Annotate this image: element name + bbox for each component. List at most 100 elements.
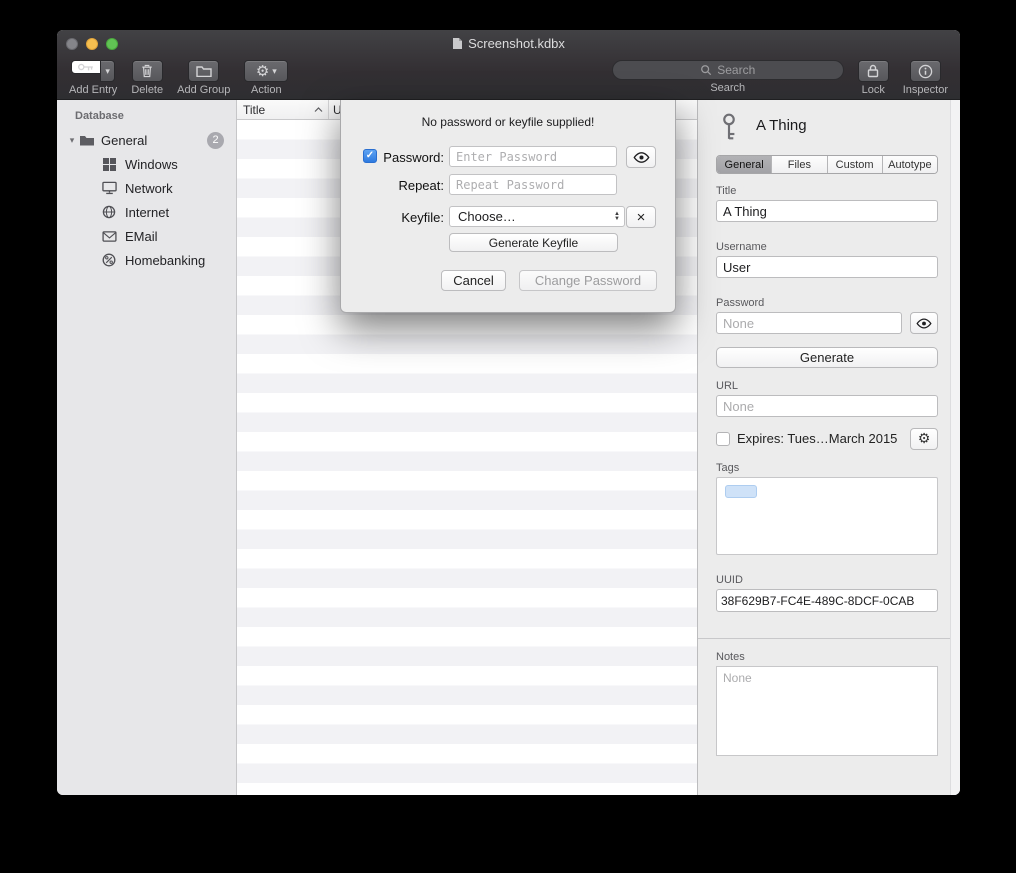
search-placeholder: Search	[717, 63, 755, 77]
action-label: Action	[251, 84, 282, 96]
close-icon: ×	[637, 209, 646, 226]
toolbar-item-inspector: Inspector	[903, 60, 948, 96]
screen-background: Screenshot.kdbx	[0, 0, 1016, 873]
delete-button[interactable]	[132, 60, 163, 82]
lock-icon	[867, 64, 879, 78]
password-field-label: Password	[716, 297, 764, 309]
inspector-scrollbar[interactable]	[950, 100, 960, 795]
keyfile-clear-button[interactable]: ×	[626, 206, 656, 228]
toolbar: ▾ Add Entry	[57, 57, 960, 100]
add-entry-dropdown-button[interactable]: ▾	[100, 60, 115, 82]
tags-box[interactable]	[716, 477, 938, 555]
generate-password-button[interactable]: Generate	[716, 347, 938, 368]
lock-label: Lock	[862, 84, 885, 96]
key-icon	[718, 113, 740, 141]
sidebar-section-header: Database	[57, 100, 236, 128]
titlebar[interactable]: Screenshot.kdbx	[57, 30, 960, 57]
tab-files[interactable]: Files	[771, 156, 826, 173]
notes-label: Notes	[716, 651, 745, 663]
entry-title: A Thing	[756, 117, 807, 134]
sidebar-item-windows[interactable]: Windows	[57, 152, 236, 176]
gear-icon: ⚙	[918, 432, 931, 446]
tags-label: Tags	[716, 462, 739, 474]
lock-button[interactable]	[858, 60, 889, 82]
sidebar: Database ▾ General 2 Windows	[57, 100, 237, 795]
uuid-label: UUID	[716, 574, 743, 586]
expires-checkbox[interactable]	[716, 432, 730, 446]
dialog-password-input[interactable]	[449, 146, 617, 167]
toolbar-item-lock: Lock	[858, 60, 889, 96]
search-icon	[700, 64, 712, 76]
expires-settings-button[interactable]: ⚙	[910, 428, 938, 450]
title-field[interactable]	[716, 200, 938, 222]
chevron-down-icon: ▾	[272, 67, 277, 76]
sidebar-item-email[interactable]: EMail	[57, 224, 236, 248]
username-field[interactable]	[716, 256, 938, 278]
chevron-down-icon: ▾	[105, 67, 110, 76]
sidebar-item-internet[interactable]: Internet	[57, 200, 236, 224]
uuid-field[interactable]	[716, 589, 938, 612]
notes-field[interactable]	[716, 666, 938, 756]
eye-icon	[633, 152, 650, 163]
add-group-button[interactable]	[188, 60, 219, 82]
search-label: Search	[710, 82, 745, 94]
password-field[interactable]	[716, 312, 902, 334]
add-group-label: Add Group	[177, 84, 230, 96]
envelope-icon	[101, 228, 117, 244]
username-field-label: Username	[716, 241, 767, 253]
sidebar-group-label: General	[101, 133, 147, 148]
tab-custom[interactable]: Custom	[827, 156, 882, 173]
disclosure-triangle-icon[interactable]: ▾	[65, 135, 79, 146]
dialog-password-label: Password:	[341, 150, 444, 165]
add-entry-button[interactable]	[71, 60, 101, 74]
dialog-keyfile-label: Keyfile:	[341, 210, 444, 225]
sidebar-item-homebanking[interactable]: Homebanking	[57, 248, 236, 272]
password-reveal-button[interactable]	[910, 312, 938, 334]
window-title: Screenshot.kdbx	[468, 36, 565, 51]
folder-icon	[79, 132, 95, 148]
dialog-repeat-label: Repeat:	[341, 178, 444, 193]
expires-label: Expires: Tues…March 2015	[737, 431, 897, 446]
column-header-title[interactable]: Title	[237, 100, 329, 119]
change-password-button[interactable]: Change Password	[519, 270, 657, 291]
key-icon	[77, 61, 95, 73]
keyfile-select[interactable]: Choose… ▲▼	[449, 206, 625, 227]
search-input[interactable]: Search	[612, 60, 844, 80]
sidebar-group-general[interactable]: ▾ General 2	[57, 128, 236, 152]
inspector-tabs: General Files Custom Autotype	[716, 155, 938, 174]
network-icon	[101, 180, 117, 196]
tag-chip[interactable]	[725, 485, 757, 498]
dialog-password-reveal-button[interactable]	[626, 146, 656, 168]
password-dialog: No password or keyfile supplied! ✓ Passw…	[340, 100, 676, 313]
app-window: Screenshot.kdbx	[57, 30, 960, 795]
inspector-label: Inspector	[903, 84, 948, 96]
sidebar-item-network[interactable]: Network	[57, 176, 236, 200]
tab-autotype[interactable]: Autotype	[882, 156, 937, 173]
url-field[interactable]	[716, 395, 938, 417]
tab-general[interactable]: General	[717, 156, 771, 173]
coin-icon	[101, 252, 117, 268]
dialog-repeat-input[interactable]	[449, 174, 617, 195]
inspector-button[interactable]	[910, 60, 941, 82]
inspector-panel: A Thing General Files Custom Autotype Ti…	[697, 100, 960, 795]
dialog-message: No password or keyfile supplied!	[341, 115, 675, 129]
toolbar-item-action: ⚙ ▾ Action	[244, 60, 288, 96]
cancel-button[interactable]: Cancel	[441, 270, 506, 291]
window-chrome: Screenshot.kdbx	[57, 30, 960, 100]
globe-icon	[101, 204, 117, 220]
stepper-icon: ▲▼	[614, 212, 620, 222]
toolbar-item-delete: Delete	[131, 60, 163, 96]
generate-keyfile-button[interactable]: Generate Keyfile	[449, 233, 618, 252]
count-badge: 2	[207, 132, 224, 149]
toolbar-item-add-entry: ▾ Add Entry	[69, 60, 117, 96]
divider	[698, 638, 960, 639]
trash-icon	[141, 64, 153, 78]
action-button[interactable]: ⚙ ▾	[244, 60, 288, 82]
document-icon	[452, 37, 463, 50]
eye-icon	[916, 318, 932, 329]
windows-icon	[101, 156, 117, 172]
add-entry-label: Add Entry	[69, 84, 117, 96]
url-field-label: URL	[716, 380, 738, 392]
delete-label: Delete	[131, 84, 163, 96]
info-icon	[918, 64, 933, 79]
